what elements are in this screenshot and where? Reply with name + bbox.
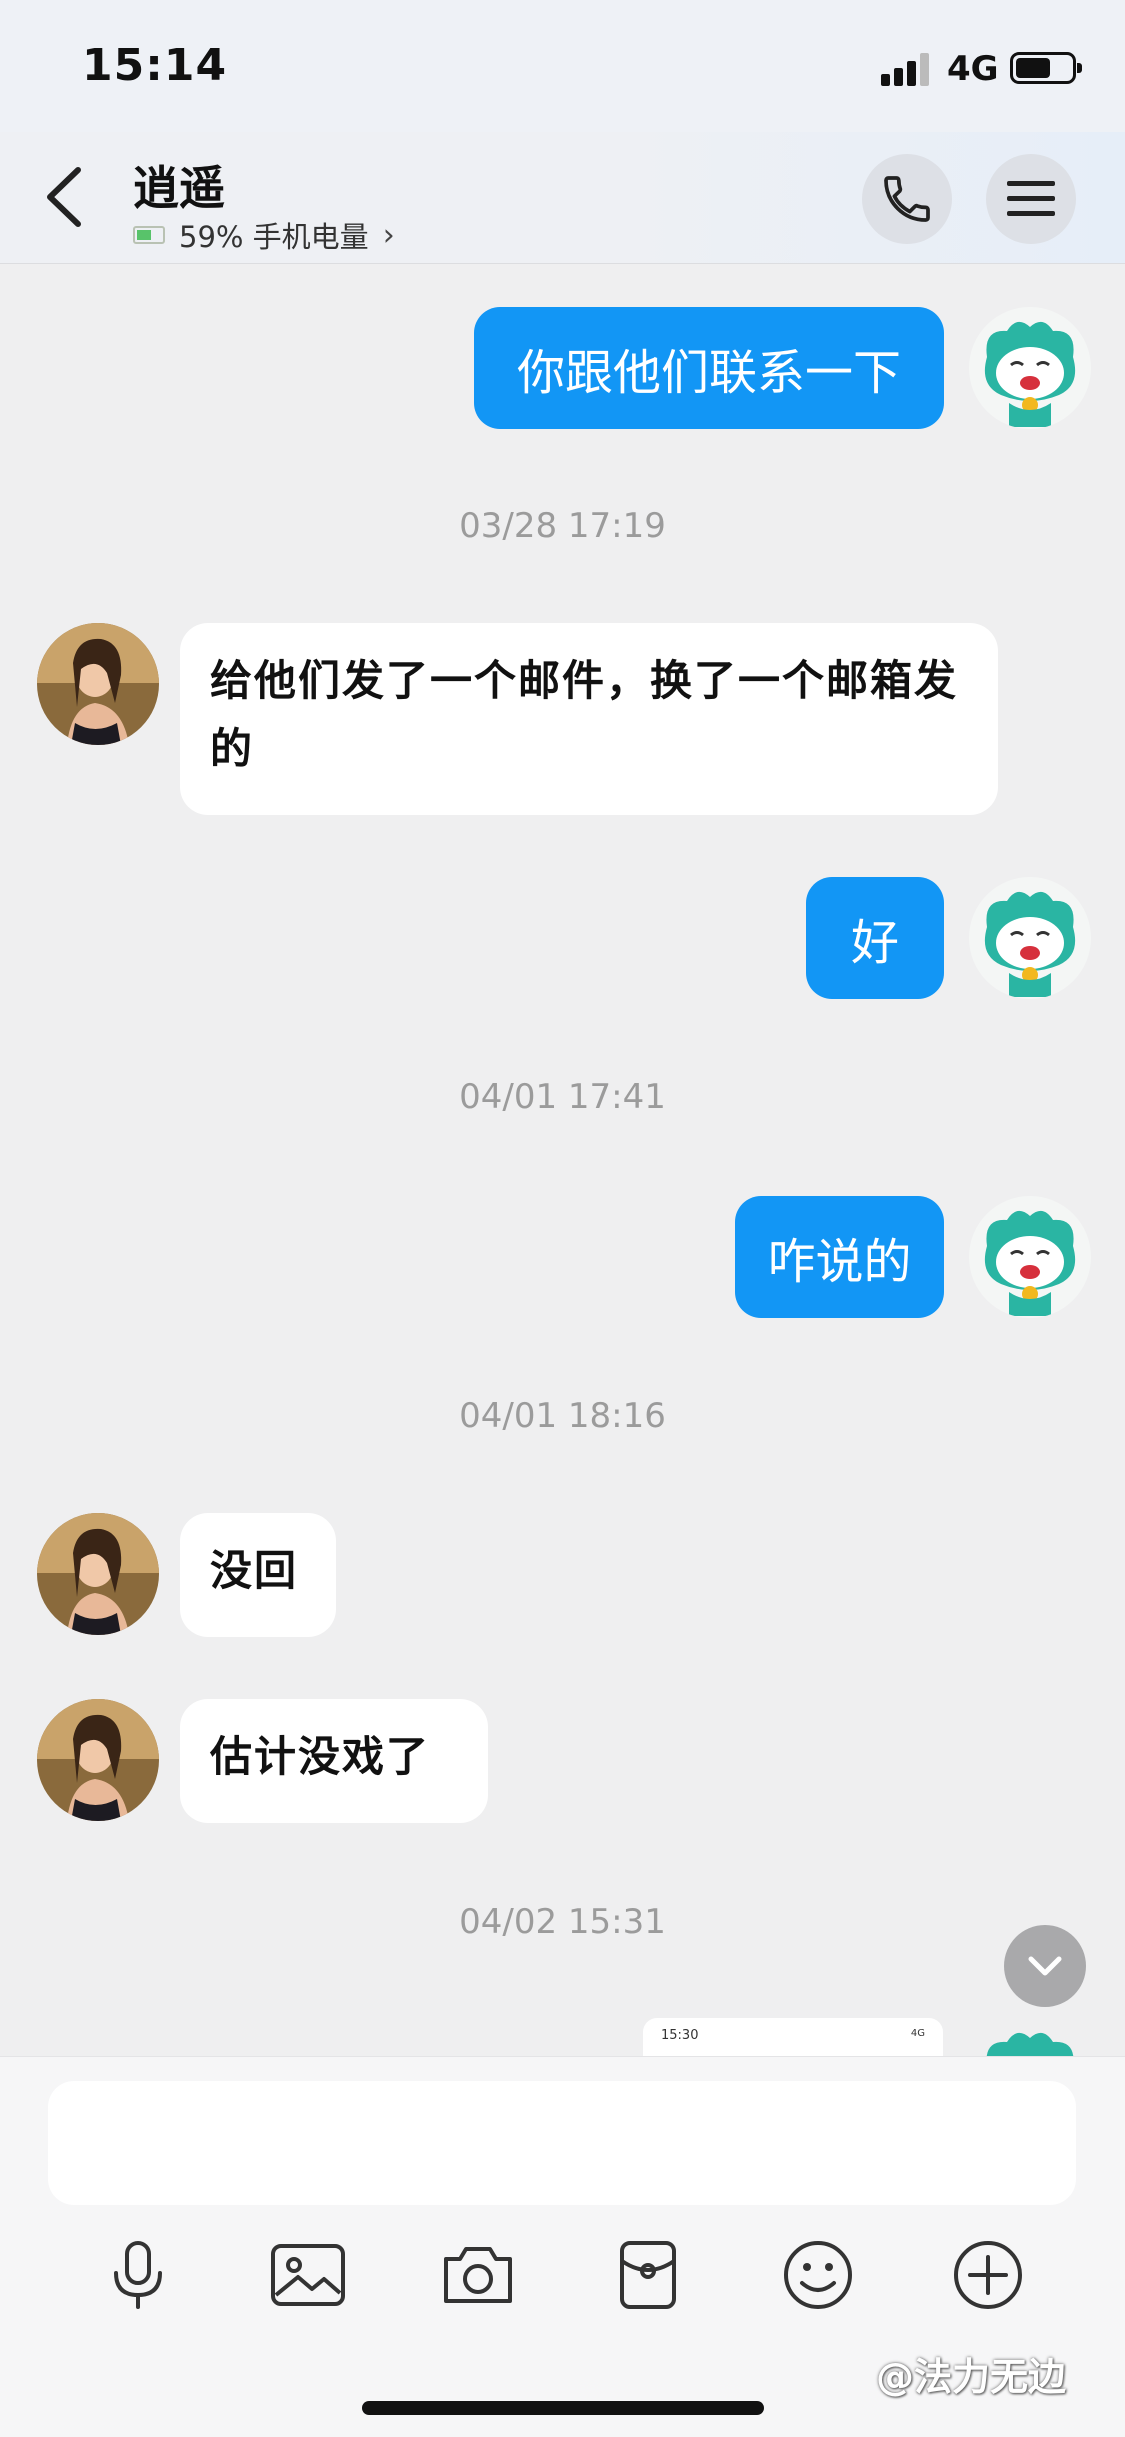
message-bubble-sent[interactable]: 好 xyxy=(806,877,944,999)
message-bubble-sent[interactable]: 咋说的 xyxy=(735,1196,944,1318)
my-avatar[interactable] xyxy=(969,307,1091,429)
preview-network: 4G xyxy=(910,2028,925,2039)
signal-icon xyxy=(881,52,933,86)
mascot-avatar-icon xyxy=(986,2032,1074,2056)
emoji-icon xyxy=(784,2241,852,2309)
contact-avatar[interactable] xyxy=(37,1699,159,1821)
voice-button[interactable] xyxy=(98,2235,178,2315)
image-icon xyxy=(271,2244,345,2306)
battery-icon xyxy=(1010,52,1082,84)
mascot-avatar-icon xyxy=(969,1196,1091,1318)
my-avatar[interactable] xyxy=(969,1196,1091,1318)
chat-header: 逍遥 59% 手机电量 › xyxy=(0,132,1125,264)
watermark: @法力无边 xyxy=(876,2355,1067,2399)
contact-name[interactable]: 逍遥 xyxy=(133,152,225,218)
home-indicator[interactable] xyxy=(362,2401,764,2415)
back-button[interactable] xyxy=(38,162,98,232)
phone-icon xyxy=(884,176,930,222)
scroll-to-bottom-button[interactable] xyxy=(1004,1925,1086,2007)
phone-battery-icon xyxy=(133,226,165,244)
my-avatar[interactable] xyxy=(969,2018,1091,2056)
chevron-left-icon xyxy=(47,167,81,227)
call-button[interactable] xyxy=(862,154,952,244)
contact-avatar[interactable] xyxy=(37,1513,159,1635)
red-packet-button[interactable] xyxy=(608,2235,688,2315)
preview-time: 15:30 xyxy=(661,2028,699,2043)
battery-text: 59% 手机电量 xyxy=(179,220,369,254)
plus-icon xyxy=(954,2241,1022,2309)
status-bar: 15:14 4G xyxy=(0,0,1125,132)
timestamp: 03/28 17:19 xyxy=(459,506,666,546)
message-bubble-sent[interactable]: 你跟他们联系一下 xyxy=(474,307,944,429)
image-message-preview[interactable]: 15:30 4G xyxy=(643,2018,943,2058)
menu-button[interactable] xyxy=(986,154,1076,244)
my-avatar[interactable] xyxy=(969,877,1091,999)
mascot-avatar-icon xyxy=(969,307,1091,429)
emoji-button[interactable] xyxy=(778,2235,858,2315)
red-packet-icon xyxy=(620,2241,676,2309)
camera-icon xyxy=(444,2247,512,2303)
timestamp: 04/01 17:41 xyxy=(459,1077,666,1117)
network-label: 4G xyxy=(947,49,999,89)
chevron-down-icon xyxy=(1028,1956,1062,1976)
status-time: 15:14 xyxy=(82,40,228,91)
camera-button[interactable] xyxy=(438,2235,518,2315)
message-bubble-received[interactable]: 没回 xyxy=(180,1513,336,1637)
hamburger-menu-icon xyxy=(1007,181,1055,216)
photo-avatar-icon xyxy=(37,1699,159,1821)
microphone-icon xyxy=(114,2241,162,2309)
message-bubble-received[interactable]: 给他们发了一个邮件，换了一个邮箱发的 xyxy=(180,623,998,815)
timestamp: 04/01 18:16 xyxy=(459,1396,666,1436)
contact-avatar[interactable] xyxy=(37,623,159,745)
more-button[interactable] xyxy=(948,2235,1028,2315)
message-bubble-received[interactable]: 估计没戏了 xyxy=(180,1699,488,1823)
message-input[interactable] xyxy=(48,2081,1076,2205)
image-button[interactable] xyxy=(268,2235,348,2315)
battery-status[interactable]: 59% 手机电量 › xyxy=(133,214,395,256)
mascot-avatar-icon xyxy=(969,877,1091,999)
timestamp: 04/02 15:31 xyxy=(459,1902,666,1942)
photo-avatar-icon xyxy=(37,1513,159,1635)
chevron-right-icon: › xyxy=(382,217,395,253)
photo-avatar-icon xyxy=(37,623,159,745)
